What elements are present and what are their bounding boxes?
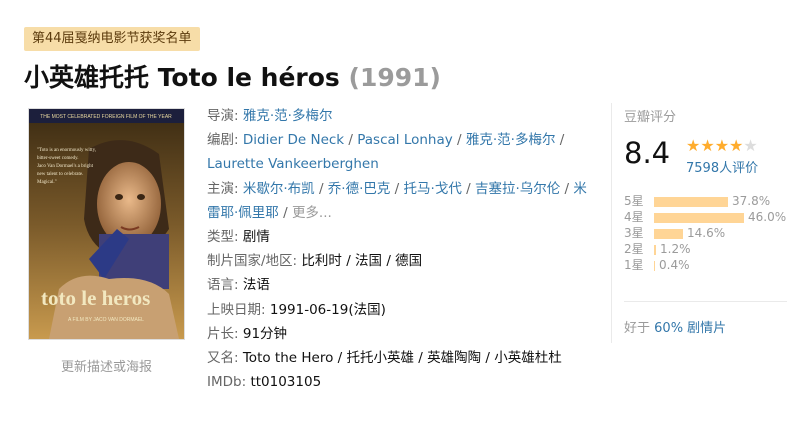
cast-link[interactable]: 米歇尔·布凯 <box>243 181 315 197</box>
director-label: 导演: <box>207 108 239 124</box>
cast-link[interactable]: 托马·戈代 <box>404 181 462 197</box>
writer-link[interactable]: Didier De Neck <box>243 132 344 148</box>
page-title: 小英雄托托 Toto le héros (1991) <box>24 58 441 94</box>
movie-info: 导演: 雅克·范·多梅尔 编剧: Didier De Neck / Pascal… <box>207 104 597 394</box>
star-icon: ★ <box>729 136 744 155</box>
star-icon: ★ <box>714 136 730 155</box>
genre-value: 剧情 <box>242 229 270 246</box>
country-row: 制片国家/地区: 比利时 / 法国 / 德国 <box>207 249 597 273</box>
release-label: 上映日期: <box>207 301 266 318</box>
poster-quote-line: "Toto is an enormously witty, <box>37 148 96 153</box>
imdb-label: IMDb: <box>207 374 247 391</box>
director-row: 导演: 雅克·范·多梅尔 <box>207 104 597 128</box>
rating-bar-fill <box>654 261 655 271</box>
svg-text:bitter-sweet comedy.: bitter-sweet comedy. <box>37 156 79 161</box>
rating-bar-fill <box>654 197 728 207</box>
runtime-row: 片长: 91分钟 <box>207 322 597 346</box>
update-poster-link[interactable]: 更新描述或海报 <box>28 356 185 375</box>
writer-link[interactable]: Laurette Vankeerberghen <box>207 156 379 172</box>
director-link[interactable]: 雅克·范·多梅尔 <box>243 108 333 124</box>
rating-panel: 豆瓣评分 8.4 ★★★★★ 7598人评价 5星 37.8% 4星 46.0%… <box>611 103 799 343</box>
rating-divider <box>624 301 787 302</box>
rating-bar-label: 1星 <box>624 258 644 272</box>
rating-bar-row: 5星 37.8% <box>624 193 789 209</box>
rating-bar-fill <box>654 213 744 223</box>
writer-label: 编剧: <box>207 132 239 149</box>
imdb-value: tt0103105 <box>250 374 322 391</box>
award-tag[interactable]: 第44届戛纳电影节获奖名单 <box>24 27 200 51</box>
poster-image: THE MOST CELEBRATED FOREIGN FILM OF THE … <box>29 109 184 339</box>
aka-value: Toto the Hero / 托托小英雄 / 英雄陶陶 / 小英雄杜杜 <box>242 350 562 367</box>
language-row: 语言: 法语 <box>207 273 597 297</box>
rating-bar-fill <box>654 245 656 255</box>
language-value: 法语 <box>242 277 270 294</box>
rating-bar-percent: 14.6% <box>687 226 726 240</box>
rating-bar-row: 3星 14.6% <box>624 225 789 241</box>
cast-row: 主演: 米歇尔·布凯 / 乔·德·巴克 / 托马·戈代 / 吉塞拉·乌尔伦 / … <box>207 180 587 221</box>
svg-text:Jaco Van Dormael's a bright: Jaco Van Dormael's a bright <box>37 164 94 169</box>
star-icon: ★ <box>700 136 715 155</box>
writer-link[interactable]: Pascal Lonhay <box>357 132 453 148</box>
star-empty-icon: ★ <box>743 136 758 155</box>
writer-link[interactable]: 雅克·范·多梅尔 <box>466 132 556 148</box>
rating-bar-row: 1星 0.4% <box>624 257 789 273</box>
rating-bar-row: 2星 1.2% <box>624 241 789 257</box>
aka-label: 又名: <box>207 350 239 367</box>
rating-bar-label: 4星 <box>624 210 644 224</box>
writer-row: 编剧: Didier De Neck / Pascal Lonhay / 雅克·… <box>207 132 565 173</box>
rating-distribution: 5星 37.8% 4星 46.0% 3星 14.6% 2星 1.2% 1星 0.… <box>624 193 789 273</box>
better-link[interactable]: 60% 剧情片 <box>654 321 726 336</box>
runtime-value: 91分钟 <box>242 325 288 342</box>
cast-link[interactable]: 吉塞拉·乌尔伦 <box>475 181 560 197</box>
rating-bar-label: 2星 <box>624 242 644 256</box>
imdb-row: IMDb: tt0103105 <box>207 370 597 394</box>
svg-text:new talent to celebrate.: new talent to celebrate. <box>37 172 83 177</box>
movie-year: (1991) <box>348 63 441 92</box>
language-label: 语言: <box>207 277 239 294</box>
aka-row: 又名: Toto the Hero / 托托小英雄 / 英雄陶陶 / 小英雄杜杜 <box>207 346 597 370</box>
poster-credit: A FILM BY JACO VAN DORMAEL <box>68 317 144 323</box>
genre-row: 类型: 剧情 <box>207 225 597 249</box>
rating-bar-fill <box>654 229 683 239</box>
poster-film-title: toto le heros <box>41 286 150 310</box>
cast-more-link[interactable]: 更多... <box>292 205 332 221</box>
rating-score: 8.4 <box>624 136 671 170</box>
rating-stars: ★★★★★ <box>686 136 758 155</box>
cast-link[interactable]: 乔·德·巴克 <box>328 181 391 197</box>
cast-label: 主演: <box>207 180 239 197</box>
release-row: 上映日期: 1991-06-19(法国) <box>207 298 597 322</box>
star-icon: ★ <box>686 136 701 155</box>
rating-bar-percent: 0.4% <box>659 258 690 272</box>
rating-bar-percent: 46.0% <box>748 210 787 224</box>
poster-top-text: THE MOST CELEBRATED FOREIGN FILM OF THE … <box>40 114 172 120</box>
country-value: 比利时 / 法国 / 德国 <box>301 253 423 270</box>
better-than: 好于 60% 剧情片 <box>624 317 726 336</box>
movie-title: 小英雄托托 Toto le héros <box>24 63 340 92</box>
rating-bar-label: 5星 <box>624 194 644 208</box>
runtime-label: 片长: <box>207 325 239 342</box>
votes-link[interactable]: 7598人评价 <box>686 157 758 176</box>
rating-header: 豆瓣评分 <box>624 110 677 125</box>
genre-label: 类型: <box>207 229 239 246</box>
country-label: 制片国家/地区: <box>207 253 298 270</box>
svg-text:Magical.": Magical." <box>37 180 57 185</box>
release-value: 1991-06-19(法国) <box>269 301 386 318</box>
rating-bar-percent: 1.2% <box>660 242 691 256</box>
rating-bar-label: 3星 <box>624 226 644 240</box>
better-prefix: 好于 <box>624 321 651 336</box>
rating-bar-row: 4星 46.0% <box>624 209 789 225</box>
movie-poster[interactable]: THE MOST CELEBRATED FOREIGN FILM OF THE … <box>28 108 185 340</box>
rating-bar-percent: 37.8% <box>732 194 771 208</box>
